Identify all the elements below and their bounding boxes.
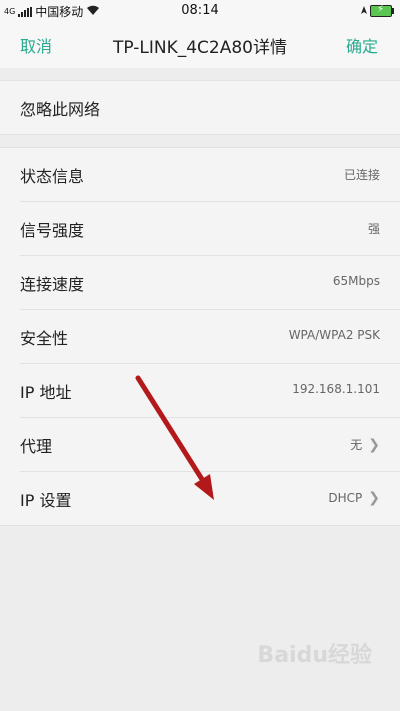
detail-value: DHCP ❯	[328, 490, 380, 506]
details-section: 状态信息 已连接 信号强度 强 连接速度 65Mbps 安全性 WPA/WPA2…	[0, 147, 400, 526]
detail-value-text: 192.168.1.101	[292, 382, 380, 396]
location-icon	[360, 4, 368, 18]
status-bar: 4G 中国移动 08:14 ⚡	[0, 0, 400, 22]
detail-label: IP 设置	[20, 491, 72, 510]
detail-value-text: 强	[367, 222, 380, 236]
detail-value-text: 已连接	[343, 168, 380, 182]
watermark: Baidu经验	[257, 643, 372, 668]
detail-label: IP 地址	[20, 383, 72, 402]
detail-row-signal: 信号强度 强	[20, 202, 400, 256]
detail-label: 连接速度	[20, 275, 85, 294]
detail-label: 信号强度	[20, 221, 85, 240]
forget-network-row[interactable]: 忽略此网络	[20, 81, 400, 134]
status-right: ⚡	[360, 4, 394, 18]
detail-row-security: 安全性 WPA/WPA2 PSK	[20, 310, 400, 364]
detail-value: 无 ❯	[350, 436, 380, 453]
detail-value: 已连接	[344, 166, 380, 183]
forget-network-label: 忽略此网络	[20, 100, 101, 119]
detail-label: 安全性	[20, 329, 69, 348]
detail-row-proxy[interactable]: 代理 无 ❯	[20, 418, 400, 472]
chevron-right-icon: ❯	[368, 490, 380, 506]
detail-value-text: 无	[350, 438, 363, 452]
battery-icon: ⚡	[370, 4, 394, 17]
detail-row-speed: 连接速度 65Mbps	[20, 256, 400, 310]
detail-value-text: DHCP	[328, 491, 363, 505]
detail-label: 代理	[20, 437, 53, 456]
detail-value-text: WPA/WPA2 PSK	[288, 328, 380, 342]
detail-row-ip-address: IP 地址 192.168.1.101	[20, 364, 400, 418]
detail-value: 192.168.1.101	[292, 382, 380, 396]
detail-value-text: 65Mbps	[332, 274, 380, 288]
detail-value: 65Mbps	[333, 274, 380, 288]
confirm-button[interactable]: 确定	[346, 33, 378, 57]
navigation-bar: 取消 TP-LINK_4C2A80详情 确定	[0, 22, 400, 68]
detail-row-ip-settings[interactable]: IP 设置 DHCP ❯	[20, 472, 400, 525]
clock: 08:14	[181, 3, 219, 18]
page-title: TP-LINK_4C2A80详情	[112, 38, 287, 58]
chevron-right-icon: ❯	[368, 436, 380, 453]
detail-value: 强	[368, 220, 380, 237]
detail-value: WPA/WPA2 PSK	[289, 328, 380, 342]
detail-row-status: 状态信息 已连接	[20, 148, 400, 202]
detail-label: 状态信息	[20, 167, 85, 186]
forget-section: 忽略此网络	[0, 80, 400, 135]
